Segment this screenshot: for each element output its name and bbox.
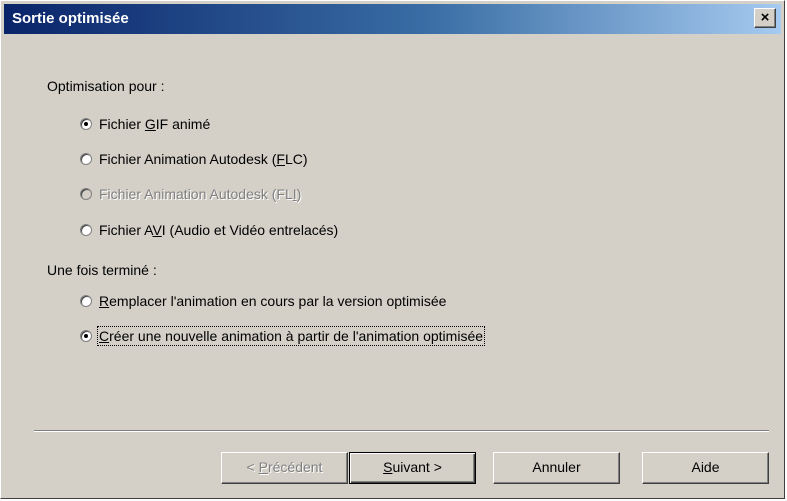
- radio-create-new-label[interactable]: Créer une nouvelle animation à partir de…: [96, 326, 486, 346]
- optimization-label: Optimisation pour :: [47, 78, 165, 94]
- next-button-label: Suivant >: [383, 459, 442, 475]
- close-button[interactable]: ×: [754, 8, 776, 28]
- title-bar[interactable]: Sortie optimisée ×: [4, 4, 781, 34]
- radio-fli-icon: [80, 188, 92, 200]
- radio-flc[interactable]: Fichier Animation Autodesk (FLC): [80, 149, 308, 169]
- radio-fli-label: Fichier Animation Autodesk (FLI): [99, 186, 302, 202]
- radio-gif-label[interactable]: Fichier GIF animé: [99, 116, 210, 132]
- radio-replace[interactable]: Remplacer l'animation en cours par la ve…: [80, 291, 446, 311]
- previous-button: < Précédent: [221, 452, 348, 484]
- next-button[interactable]: Suivant >: [349, 452, 476, 484]
- cancel-button[interactable]: Annuler: [493, 452, 620, 484]
- separator: [34, 430, 769, 432]
- radio-flc-icon[interactable]: [80, 153, 92, 165]
- cancel-button-label: Annuler: [532, 459, 581, 475]
- help-button[interactable]: Aide: [642, 452, 769, 484]
- radio-create-new-icon[interactable]: [80, 330, 92, 342]
- help-button-label: Aide: [691, 459, 720, 475]
- radio-avi-icon[interactable]: [80, 224, 92, 236]
- window-title: Sortie optimisée: [12, 10, 129, 27]
- close-icon: ×: [760, 9, 770, 26]
- radio-fli: Fichier Animation Autodesk (FLI): [80, 184, 301, 204]
- radio-create-new[interactable]: Créer une nouvelle animation à partir de…: [80, 326, 486, 346]
- radio-replace-icon[interactable]: [80, 295, 92, 307]
- optimized-output-dialog: Sortie optimisée × Optimisation pour : F…: [0, 0, 785, 499]
- radio-avi[interactable]: Fichier AVI (Audio et Vidéo entrelacés): [80, 220, 338, 240]
- radio-gif-icon[interactable]: [80, 118, 92, 130]
- when-done-label: Une fois terminé :: [47, 262, 157, 278]
- radio-gif[interactable]: Fichier GIF animé: [80, 114, 210, 134]
- radio-flc-label[interactable]: Fichier Animation Autodesk (FLC): [99, 151, 308, 167]
- radio-replace-label[interactable]: Remplacer l'animation en cours par la ve…: [99, 293, 446, 309]
- radio-avi-label[interactable]: Fichier AVI (Audio et Vidéo entrelacés): [99, 222, 338, 238]
- previous-button-label: < Précédent: [246, 459, 323, 475]
